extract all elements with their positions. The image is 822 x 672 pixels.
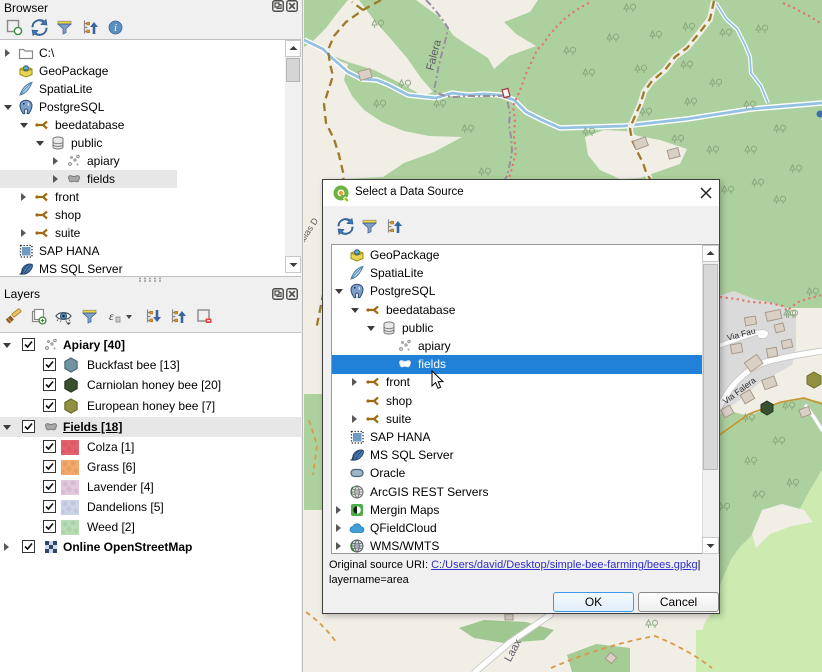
svg-text:ε: ε bbox=[109, 309, 114, 323]
svg-text:i: i bbox=[114, 23, 117, 34]
